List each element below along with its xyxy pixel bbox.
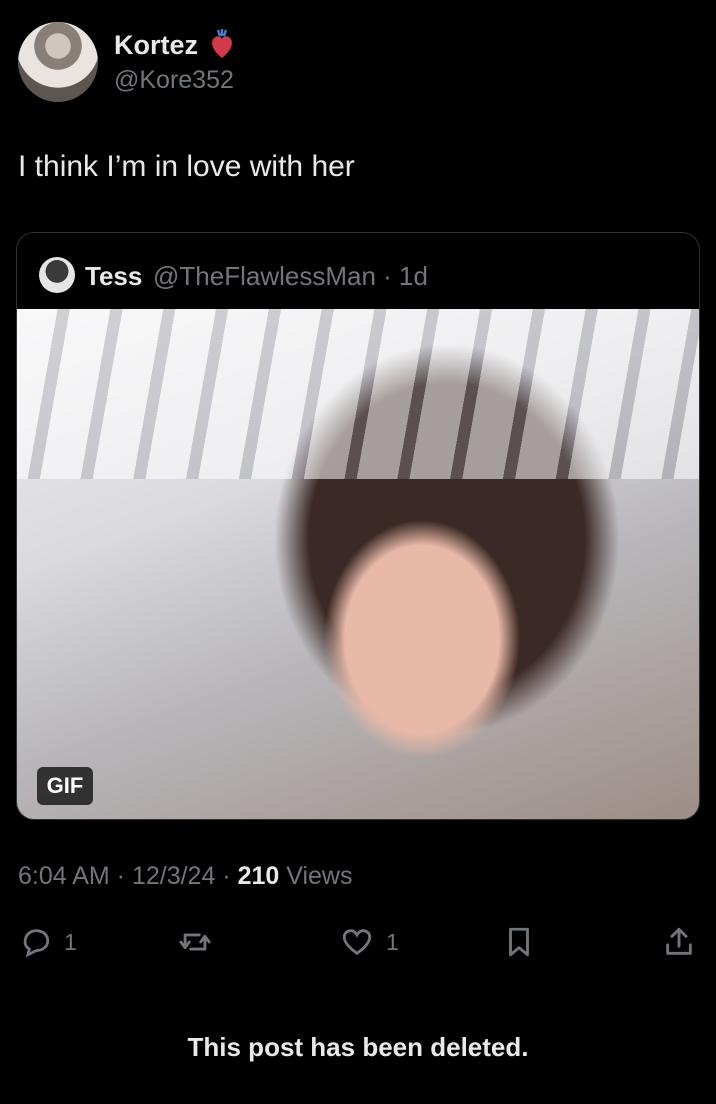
reply-button[interactable]: 1	[18, 922, 77, 962]
post-meta: 6:04 AM · 12/3/24 · 210 Views	[18, 862, 353, 891]
repost-icon	[179, 933, 211, 951]
like-count: 1	[386, 928, 399, 955]
share-button[interactable]	[662, 922, 696, 962]
anatomical-heart-icon	[212, 29, 232, 58]
author-name[interactable]: Kortez	[114, 30, 198, 61]
heart-icon	[342, 929, 372, 956]
author-avatar[interactable]	[18, 22, 98, 102]
bookmark-button[interactable]	[502, 922, 536, 962]
post-time-date: 6:04 AM · 12/3/24 ·	[18, 862, 238, 890]
reply-count: 1	[64, 928, 77, 955]
reply-icon	[23, 929, 50, 958]
quoted-media-gif[interactable]: GIF	[17, 309, 699, 819]
like-button[interactable]: 1	[340, 922, 399, 962]
media-ceiling-stripes	[17, 309, 699, 479]
post-header: Kortez @Kore352	[18, 22, 698, 106]
quoted-author-name[interactable]: Tess	[85, 261, 142, 292]
tweet-text: I think I’m in love with her	[18, 150, 355, 183]
views-count: 210	[237, 862, 280, 890]
views-label: Views	[286, 862, 353, 890]
repost-button[interactable]	[178, 922, 212, 962]
gif-badge: GIF	[37, 767, 93, 805]
deleted-notice: This post has been deleted.	[187, 1032, 529, 1062]
quoted-post[interactable]: Tess @TheFlawlessMan · 1d GIF	[16, 232, 700, 820]
author-handle[interactable]: @Kore352	[114, 66, 234, 95]
share-icon	[666, 927, 692, 955]
quoted-author-avatar[interactable]	[39, 257, 75, 293]
bookmark-icon	[509, 927, 529, 957]
quoted-author-handle-time: @TheFlawlessMan · 1d	[153, 261, 428, 291]
action-bar: 1 1	[18, 922, 698, 962]
